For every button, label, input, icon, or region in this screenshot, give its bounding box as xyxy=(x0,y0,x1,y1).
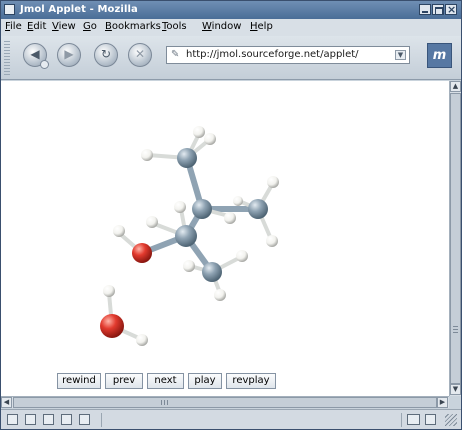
menu-file[interactable]: File xyxy=(5,21,22,32)
play-button[interactable]: play xyxy=(188,373,222,389)
rewind-button[interactable]: rewind xyxy=(57,373,101,389)
address-book-icon[interactable] xyxy=(61,414,72,425)
atom-hydrogen xyxy=(193,126,205,138)
prev-button[interactable]: prev xyxy=(105,373,143,389)
atom-carbon xyxy=(175,225,197,247)
horizontal-scrollbar[interactable]: ◀ ▶ xyxy=(1,396,449,408)
back-history-dropdown[interactable] xyxy=(40,60,49,69)
window-title: Jmol Applet - Mozilla xyxy=(20,4,138,15)
navigation-toolbar: ◀ ▶ ↻ ✕ ✎ http://jmol.sourceforge.net/ap… xyxy=(1,36,461,80)
atom-hydrogen xyxy=(224,212,236,224)
atom-hydrogen xyxy=(103,285,115,297)
atom-hydrogen xyxy=(267,176,279,188)
resize-grip-icon[interactable] xyxy=(445,414,457,426)
toolbar-grip[interactable] xyxy=(4,41,10,75)
heavy-atoms xyxy=(100,148,268,338)
atom-carbon xyxy=(177,148,197,168)
menu-tools[interactable]: Tools xyxy=(162,21,187,32)
navigator-icon[interactable] xyxy=(7,414,18,425)
forward-arrow-icon: ▶ xyxy=(64,47,74,61)
vertical-scrollbar[interactable]: ▲ ▼ xyxy=(449,81,461,396)
atom-hydrogen xyxy=(146,216,158,228)
reload-button[interactable]: ↻ xyxy=(94,43,118,67)
menu-help[interactable]: Help xyxy=(250,21,273,32)
atom-hydrogen xyxy=(136,334,148,346)
close-button[interactable] xyxy=(445,3,457,16)
menu-go[interactable]: Go xyxy=(83,21,97,32)
status-divider xyxy=(401,413,402,427)
online-icon[interactable] xyxy=(407,414,420,425)
url-field[interactable]: ✎ http://jmol.sourceforge.net/applet/ ▼ xyxy=(166,46,410,64)
atom-hydrogen xyxy=(266,235,278,247)
mozilla-logo-icon[interactable]: m xyxy=(427,43,452,68)
next-button[interactable]: next xyxy=(147,373,184,389)
scroll-right-arrow-icon[interactable]: ▶ xyxy=(437,397,448,408)
revplay-button[interactable]: revplay xyxy=(226,373,276,389)
mail-icon[interactable] xyxy=(25,414,36,425)
security-icon[interactable] xyxy=(425,414,436,425)
browser-window: Jmol Applet - Mozilla File Edit View Go … xyxy=(0,0,462,430)
atom-oxygen xyxy=(100,314,124,338)
page-icon: ✎ xyxy=(171,49,180,60)
scroll-down-arrow-icon[interactable]: ▼ xyxy=(450,384,461,395)
atom-hydrogen xyxy=(183,260,195,272)
atom-carbon xyxy=(192,199,212,219)
atom-hydrogen xyxy=(174,201,186,213)
url-history-dropdown[interactable]: ▼ xyxy=(395,50,406,60)
horizontal-scroll-thumb[interactable] xyxy=(13,397,437,408)
back-arrow-icon: ◀ xyxy=(30,47,40,61)
menu-window[interactable]: Window xyxy=(202,21,241,32)
menu-edit[interactable]: Edit xyxy=(27,21,46,32)
status-divider xyxy=(101,413,102,427)
atom-hydrogen xyxy=(236,250,248,262)
atom-hydrogen xyxy=(141,149,153,161)
composer-icon[interactable] xyxy=(43,414,54,425)
menu-bar: File Edit View Go Bookmarks Tools Window… xyxy=(1,19,461,36)
irc-icon[interactable] xyxy=(79,414,90,425)
maximize-button[interactable] xyxy=(432,4,444,15)
forward-button[interactable]: ▶ xyxy=(57,43,81,67)
vertical-scroll-thumb[interactable] xyxy=(450,93,461,384)
status-bar xyxy=(1,409,461,429)
jmol-molecule-viewer[interactable] xyxy=(1,81,449,396)
stop-button[interactable]: ✕ xyxy=(128,43,152,67)
scroll-left-arrow-icon[interactable]: ◀ xyxy=(1,397,12,408)
atom-carbon xyxy=(202,262,222,282)
minimize-button[interactable] xyxy=(419,4,431,15)
atom-carbon xyxy=(248,199,268,219)
stop-icon: ✕ xyxy=(134,47,146,61)
atom-hydrogen xyxy=(233,196,243,206)
atom-hydrogen xyxy=(113,225,125,237)
reload-icon: ↻ xyxy=(100,47,112,61)
atom-hydrogen xyxy=(204,133,216,145)
scroll-up-arrow-icon[interactable]: ▲ xyxy=(450,81,461,92)
window-menu-icon[interactable] xyxy=(4,4,15,15)
atom-oxygen xyxy=(132,243,152,263)
url-text[interactable]: http://jmol.sourceforge.net/applet/ xyxy=(186,49,359,60)
atom-hydrogen xyxy=(214,289,226,301)
menu-view[interactable]: View xyxy=(52,21,76,32)
menu-bookmarks[interactable]: Bookmarks xyxy=(105,21,161,32)
page-content: rewind prev next play revplay xyxy=(1,81,449,396)
title-bar[interactable]: Jmol Applet - Mozilla xyxy=(1,1,461,19)
